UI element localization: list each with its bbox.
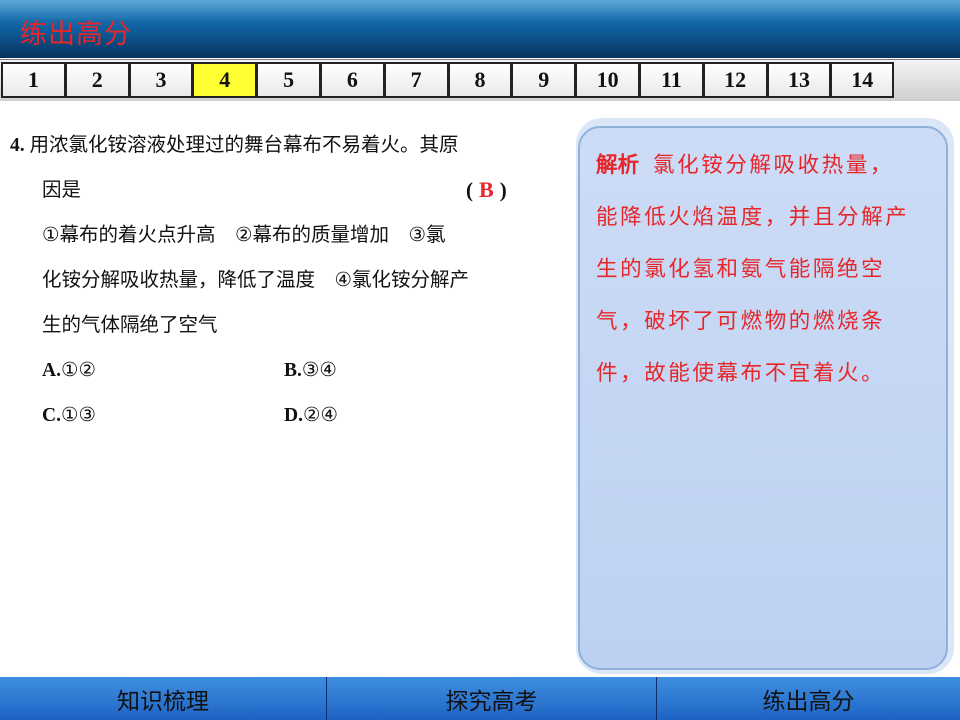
analysis-line-1: 氯化铵分解吸收热量， <box>653 153 895 178</box>
nav-knowledge-review[interactable]: 知识梳理 <box>0 677 327 720</box>
question-number-tabstrip: 1 2 3 4 5 6 7 8 9 10 11 12 13 14 <box>0 59 960 101</box>
option-d[interactable]: D.②④ <box>284 392 338 438</box>
tab-question-9[interactable]: 9 <box>511 62 576 98</box>
bottom-nav: 知识梳理 探究高考 练出高分 <box>0 677 960 720</box>
nav-explore-exam[interactable]: 探究高考 <box>327 677 657 720</box>
analysis-text: 解析 氯化铵分解吸收热量， 能降低火焰温度，并且分解产 生的氯化氢和氨气能隔绝空 … <box>596 140 941 400</box>
answer-open-paren: ( <box>466 178 473 202</box>
question-stem-2: 因是 <box>42 178 82 201</box>
tab-question-5[interactable]: 5 <box>256 62 320 98</box>
tab-question-7[interactable]: 7 <box>383 62 448 98</box>
question-line-4: 化铵分解吸收热量，降低了温度 ④氯化铵分解产 <box>10 257 558 302</box>
question-number-tabs: 1 2 3 4 5 6 7 8 9 10 11 12 13 14 <box>1 62 895 98</box>
analysis-line-4: 气，破坏了可燃物的燃烧条 <box>596 309 886 334</box>
options-row-2: C.①③ D.②④ <box>10 392 558 437</box>
tab-question-11[interactable]: 11 <box>638 62 703 98</box>
statement-text-1: ①幕布的着火点升高 ②幕布的质量增加 ③氯 <box>42 223 446 246</box>
header-bar: 练出高分 <box>0 0 960 58</box>
answer-close-paren: ) <box>499 178 507 202</box>
analysis-line-2: 能降低火焰温度，并且分解产 <box>596 205 910 230</box>
header-sheen <box>0 0 960 22</box>
analysis-line-3: 生的氯化氢和氨气能隔绝空 <box>596 257 886 282</box>
answer-letter: B <box>479 177 494 202</box>
tab-question-4[interactable]: 4 <box>192 62 257 98</box>
tab-question-14[interactable]: 14 <box>830 62 895 98</box>
option-b[interactable]: B.③④ <box>284 347 337 393</box>
question-line-2: 因是 (B) <box>10 167 558 212</box>
statement-text-3: 生的气体隔绝了空气 <box>42 313 218 336</box>
question-line-3: ①幕布的着火点升高 ②幕布的质量增加 ③氯 <box>10 212 558 257</box>
statement-text-2: 化铵分解吸收热量，降低了温度 ④氯化铵分解产 <box>42 268 469 291</box>
tab-question-10[interactable]: 10 <box>575 62 639 98</box>
analysis-line-5: 件，故能使幕布不宜着火。 <box>596 361 886 386</box>
option-c[interactable]: C.①③ <box>42 392 96 438</box>
question-number: 4 <box>10 135 20 156</box>
tab-question-6[interactable]: 6 <box>319 62 384 98</box>
question-stem-1: 用浓氯化铵溶液处理过的舞台幕布不易着火。其原 <box>29 133 459 156</box>
nav-practice-score[interactable]: 练出高分 <box>657 677 960 720</box>
page-title: 练出高分 <box>20 19 132 50</box>
option-a[interactable]: A.①② <box>42 347 96 393</box>
tab-question-12[interactable]: 12 <box>702 62 767 98</box>
tab-question-2[interactable]: 2 <box>64 62 129 98</box>
question-block: 4. 用浓氯化铵溶液处理过的舞台幕布不易着火。其原 因是 (B) ①幕布的着火点… <box>10 122 558 437</box>
tab-question-3[interactable]: 3 <box>128 62 193 98</box>
tab-question-8[interactable]: 8 <box>447 62 512 98</box>
question-line-5: 生的气体隔绝了空气 <box>10 302 558 347</box>
tab-question-1[interactable]: 1 <box>1 62 65 98</box>
options-row-1: A.①② B.③④ <box>10 347 558 392</box>
analysis-label: 解析 <box>596 153 640 178</box>
answer-slot: (B) <box>466 167 507 213</box>
tab-question-13[interactable]: 13 <box>766 62 831 98</box>
question-line-1: 4. 用浓氯化铵溶液处理过的舞台幕布不易着火。其原 <box>10 133 459 156</box>
